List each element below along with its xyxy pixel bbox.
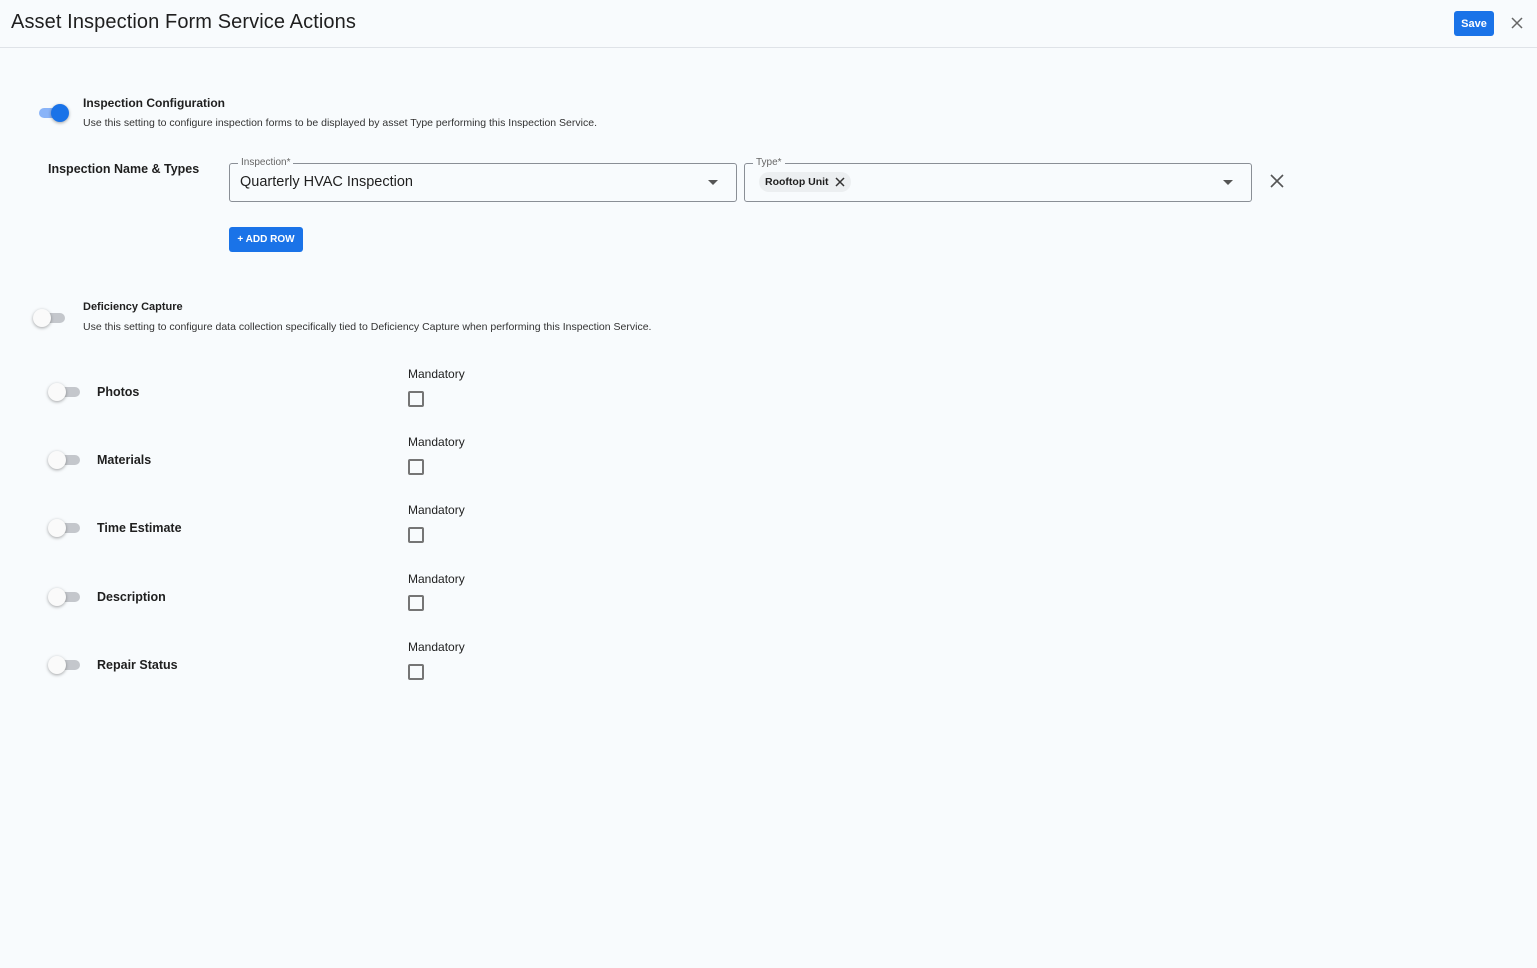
photos-mandatory-label: Mandatory [408,367,465,381]
time-estimate-mandatory-checkbox[interactable] [408,527,424,543]
type-chip: Rooftop Unit [759,172,851,192]
repair-status-mandatory-checkbox[interactable] [408,664,424,680]
toggle-thumb [48,383,66,401]
toggle-thumb [48,656,66,674]
description-mandatory-label: Mandatory [408,572,465,586]
toggle-thumb [48,519,66,537]
inspection-config-description: Use this setting to configure inspection… [83,117,597,129]
materials-mandatory-checkbox[interactable] [408,459,424,475]
type-chip-label: Rooftop Unit [765,176,829,188]
dialog-title: Asset Inspection Form Service Actions [11,11,356,33]
materials-mandatory-label: Mandatory [408,435,465,449]
deficiency-capture-description: Use this setting to configure data colle… [83,321,652,333]
description-mandatory-checkbox[interactable] [408,595,424,611]
inspection-select[interactable]: Inspection* Quarterly HVAC Inspection [229,157,737,202]
toggle-thumb [51,104,69,122]
description-toggle[interactable] [48,587,82,607]
dialog-header: Asset Inspection Form Service Actions Sa… [0,0,1537,48]
deficiency-capture-title: Deficiency Capture [83,301,183,313]
inspection-select-legend: Inspection* [238,157,294,168]
chevron-down-icon[interactable] [1223,180,1233,185]
time-estimate-mandatory-label: Mandatory [408,503,465,517]
toggle-thumb [33,309,51,327]
repair-status-label: Repair Status [97,658,178,672]
photos-mandatory-checkbox[interactable] [408,391,424,407]
description-label: Description [97,590,166,604]
type-select-legend: Type* [753,157,785,168]
time-estimate-toggle[interactable] [48,518,82,538]
photos-toggle[interactable] [48,382,82,402]
close-icon[interactable] [1509,15,1525,31]
time-estimate-label: Time Estimate [97,521,182,535]
materials-label: Materials [97,453,152,467]
toggle-thumb [48,451,66,469]
inspection-config-title: Inspection Configuration [83,96,225,110]
photos-label: Photos [97,385,140,399]
chevron-down-icon[interactable] [708,180,718,185]
inspection-config-toggle[interactable] [35,103,69,123]
remove-row-icon[interactable] [1270,174,1284,188]
inspection-select-value: Quarterly HVAC Inspection [240,174,413,190]
materials-toggle[interactable] [48,450,82,470]
deficiency-capture-toggle[interactable] [33,308,67,328]
chip-remove-icon[interactable] [835,177,845,187]
repair-status-mandatory-label: Mandatory [408,640,465,654]
toggle-thumb [48,588,66,606]
inspection-row-label: Inspection Name & Types [48,162,200,176]
save-button[interactable]: Save [1454,11,1494,36]
type-select[interactable]: Type* Rooftop Unit [744,157,1252,202]
add-row-button[interactable]: + ADD ROW [229,227,303,252]
repair-status-toggle[interactable] [48,655,82,675]
